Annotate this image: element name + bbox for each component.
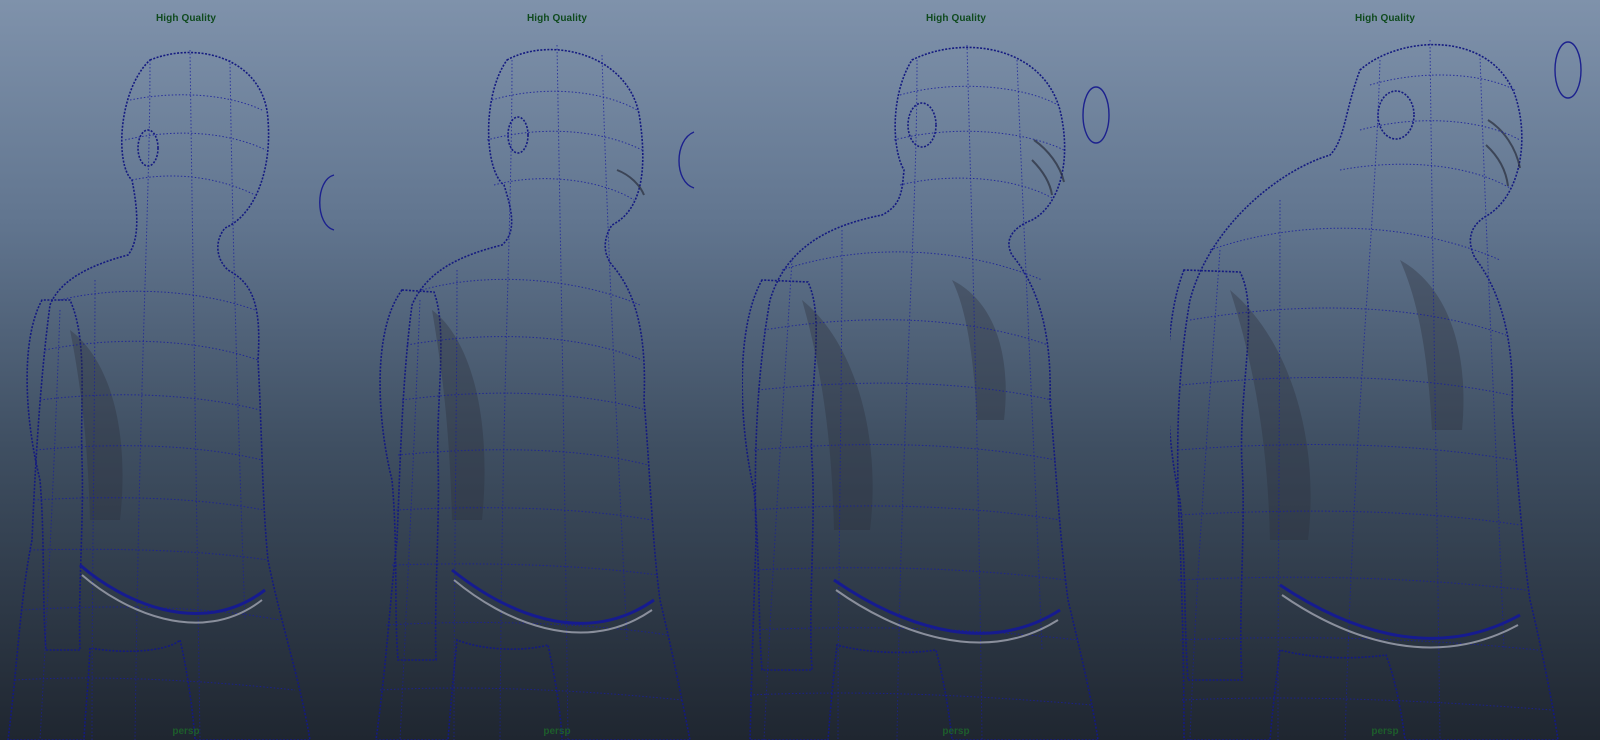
viewport-camera-label: persp [942,726,970,737]
sculpt-mesh-stage-3[interactable] [742,0,1170,740]
sculpt-mesh-stage-1[interactable] [0,0,372,740]
viewport-quality-label: High Quality [155,13,217,24]
viewport-panel-3[interactable]: High Quality persp [742,0,1170,740]
camera-manipulator-ellipse-icon[interactable] [1082,86,1110,144]
camera-manipulator-ellipse-icon[interactable] [678,131,695,189]
viewport-panel-1[interactable]: High Quality persp [0,0,372,740]
viewport-panels: High Quality persp High Quality persp Hi… [0,0,1600,740]
viewport-panel-2[interactable]: High Quality persp [372,0,742,740]
viewport-quality-label: High Quality [925,13,987,24]
camera-manipulator-ellipse-icon[interactable] [319,174,335,231]
viewport-quality-label: High Quality [526,13,588,24]
viewport-camera-label: persp [543,726,571,737]
viewport-camera-label: persp [172,726,200,737]
camera-manipulator-ellipse-icon[interactable] [1554,41,1582,99]
viewport-camera-label: persp [1371,726,1399,737]
viewport-quality-label: High Quality [1354,13,1416,24]
viewport-panel-4[interactable]: High Quality persp [1170,0,1600,740]
sculpt-mesh-stage-2[interactable] [372,0,742,740]
sculpt-mesh-stage-4[interactable] [1170,0,1600,740]
